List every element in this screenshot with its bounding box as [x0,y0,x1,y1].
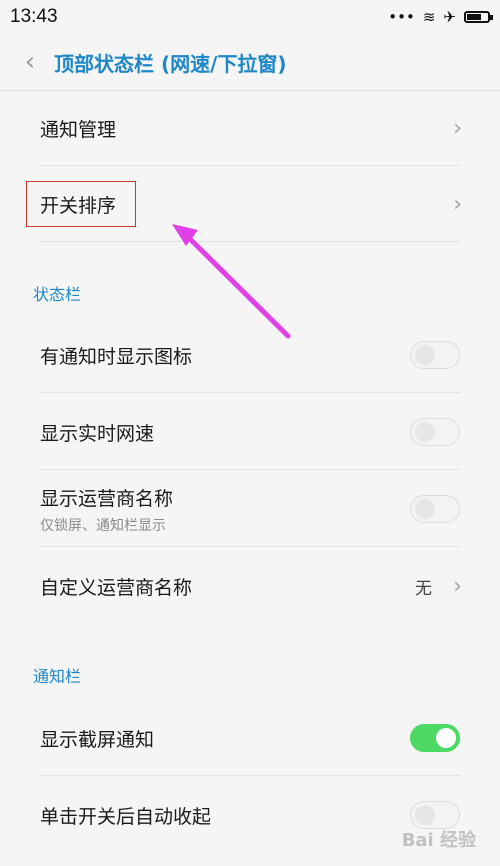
watermark-logo: Bai 经验 [401,830,476,851]
arrow-shaft [182,231,291,339]
annotation-arrow [172,224,291,339]
